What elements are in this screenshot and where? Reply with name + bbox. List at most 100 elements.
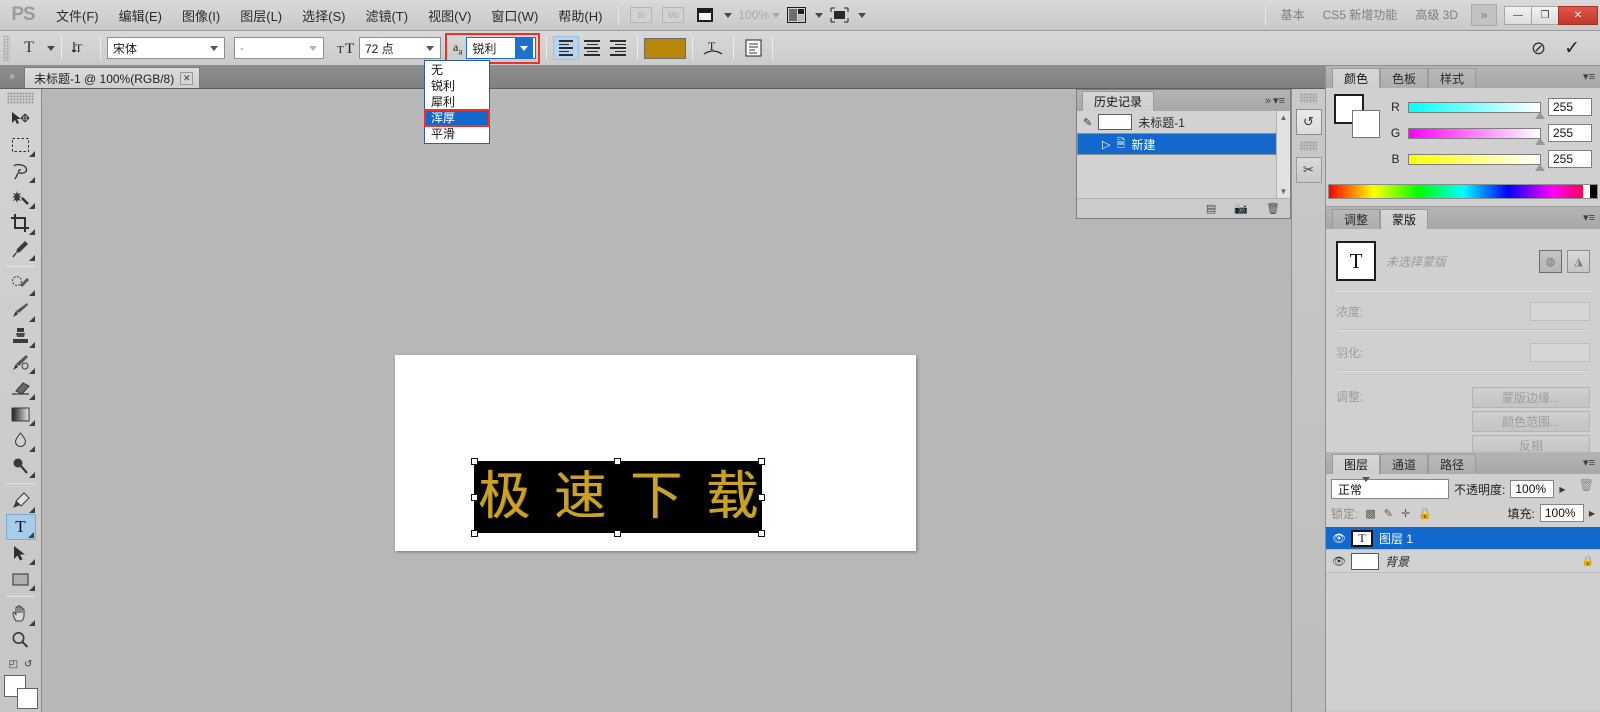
horizontal-type-tool[interactable]: T <box>5 514 36 540</box>
options-bar-grip[interactable] <box>3 35 10 61</box>
antialias-select[interactable]: 锐利 <box>466 37 537 59</box>
new-document-from-state-icon[interactable]: ▤ <box>1206 202 1216 215</box>
screen-mode-icon[interactable] <box>826 5 852 25</box>
healing-flyout-triangle-icon[interactable] <box>28 290 35 296</box>
spectrum-white-black-chip[interactable] <box>1583 185 1597 198</box>
lasso-flyout-triangle-icon[interactable] <box>28 177 35 183</box>
align-right-button[interactable] <box>605 36 631 60</box>
layer-row-text[interactable]: 👁 T 图层 1 <box>1326 527 1600 550</box>
zoom-chevron-down-icon[interactable] <box>772 12 781 18</box>
eraser-tool[interactable] <box>6 375 36 401</box>
mask-feather-field[interactable] <box>1530 343 1590 362</box>
eyedropper-tool[interactable] <box>6 236 36 262</box>
history-scroll-down-icon[interactable]: ▼ <box>1280 187 1288 196</box>
lock-all-icon[interactable]: 🔒 <box>1418 507 1432 520</box>
channel-thumb-b[interactable] <box>1535 163 1545 171</box>
delete-mask-icon[interactable]: 🗑 <box>1579 478 1594 492</box>
dodge-tool[interactable] <box>6 453 36 479</box>
swap-colors-icon[interactable]: ↺ <box>24 659 32 670</box>
background-color-swatch[interactable] <box>16 688 38 709</box>
channel-slider-g[interactable] <box>1408 127 1545 145</box>
workspace-cs5-new[interactable]: CS5 新增功能 <box>1314 0 1407 31</box>
eraser-flyout-triangle-icon[interactable] <box>28 394 35 400</box>
color-spectrum-ramp[interactable] <box>1328 184 1598 199</box>
color-range-button[interactable]: 颜色范围... <box>1472 411 1590 432</box>
history-brush-flyout-triangle-icon[interactable] <box>28 368 35 374</box>
menu-view[interactable]: 视图(V) <box>418 2 481 29</box>
layer-row-background[interactable]: 👁 背景 🔒 <box>1326 550 1600 573</box>
brush-flyout-triangle-icon[interactable] <box>28 316 35 322</box>
toggle-text-orientation-icon[interactable]: T <box>68 36 94 60</box>
handle-bottom-right[interactable] <box>758 530 765 537</box>
font-size-select[interactable]: 72 点 <box>359 37 441 59</box>
gradient-tool[interactable] <box>6 401 36 427</box>
channel-value-r[interactable]: 255 <box>1548 98 1592 116</box>
tab-adjustments[interactable]: 调整 <box>1332 209 1381 229</box>
handle-top-right[interactable] <box>758 458 765 465</box>
dock-strip-grip[interactable] <box>1300 93 1317 103</box>
type-flyout-triangle-icon[interactable] <box>27 532 34 538</box>
dock-strip-grip-2[interactable] <box>1300 141 1317 151</box>
color-panel-menu-icon[interactable]: ▾≡ <box>1583 70 1595 83</box>
tab-color[interactable]: 颜色 <box>1332 68 1381 88</box>
spot-healing-brush-tool[interactable] <box>6 271 36 297</box>
channel-thumb-r[interactable] <box>1535 111 1545 119</box>
crop-flyout-triangle-icon[interactable] <box>28 229 35 235</box>
document-canvas[interactable]: 极 速 下 载 <box>395 355 916 551</box>
lock-position-icon[interactable]: ✛ <box>1401 507 1410 520</box>
blur-flyout-triangle-icon[interactable] <box>28 446 35 452</box>
history-panel-menu-icon[interactable]: ▾≡ <box>1273 94 1285 107</box>
history-brush-source-icon[interactable]: ✎ <box>1083 116 1092 129</box>
dodge-flyout-triangle-icon[interactable] <box>28 472 35 478</box>
toggle-character-panel-icon[interactable] <box>740 36 766 60</box>
color-background-swatch[interactable] <box>1352 110 1380 138</box>
shape-flyout-triangle-icon[interactable] <box>28 585 35 591</box>
lasso-tool[interactable] <box>6 158 36 184</box>
minimize-button[interactable]: — <box>1504 5 1532 25</box>
font-family-chevron-down-icon[interactable] <box>205 38 222 58</box>
antialias-option-smooth[interactable]: 平滑 <box>425 126 489 142</box>
move-tool[interactable] <box>6 106 36 132</box>
menu-layer[interactable]: 图层(L) <box>230 2 292 29</box>
workspace-advanced-3d[interactable]: 高级 3D <box>1406 0 1467 31</box>
document-tab[interactable]: 未标题-1 @ 100%(RGB/8) ✕ <box>24 67 201 88</box>
toolbox-collapse-icon[interactable]: » <box>0 65 24 88</box>
eyedropper-flyout-triangle-icon[interactable] <box>28 255 35 261</box>
tab-history[interactable]: 历史记录 <box>1082 91 1155 111</box>
rectangle-tool[interactable] <box>6 566 36 592</box>
mini-bridge-icon[interactable]: Mb <box>660 5 686 25</box>
clone-flyout-triangle-icon[interactable] <box>28 342 35 348</box>
hand-tool[interactable] <box>6 601 36 627</box>
channel-slider-b[interactable] <box>1408 153 1545 171</box>
cancel-edits-icon[interactable]: ⊘ <box>1531 38 1546 59</box>
font-style-chevron-down-icon[interactable] <box>304 38 321 58</box>
screen-mode-chevron-down-icon[interactable] <box>858 12 867 18</box>
quick-selection-tool[interactable] <box>6 184 36 210</box>
tab-channels[interactable]: 通道 <box>1380 454 1429 474</box>
tool-preset-chevron-down-icon[interactable] <box>47 45 55 51</box>
pen-flyout-triangle-icon[interactable] <box>28 507 35 513</box>
path-selection-tool[interactable] <box>6 540 36 566</box>
handle-middle-left[interactable] <box>471 494 478 501</box>
menu-window[interactable]: 窗口(W) <box>481 2 548 29</box>
align-center-button[interactable] <box>579 36 605 60</box>
background-visibility-icon[interactable]: 👁 <box>1332 555 1346 568</box>
path-selection-flyout-triangle-icon[interactable] <box>28 559 35 565</box>
marquee-flyout-triangle-icon[interactable] <box>28 151 35 157</box>
crop-tool[interactable] <box>6 210 36 236</box>
close-button[interactable]: ✕ <box>1558 5 1598 25</box>
history-entry-expand-icon[interactable]: ▷ <box>1102 138 1110 151</box>
handle-top-left[interactable] <box>471 458 478 465</box>
tab-swatches[interactable]: 色板 <box>1380 68 1429 88</box>
mask-density-field[interactable] <box>1530 302 1590 321</box>
font-family-select[interactable]: 宋体 <box>107 37 225 59</box>
clone-stamp-tool[interactable] <box>6 323 36 349</box>
brush-tool[interactable] <box>6 297 36 323</box>
handle-bottom-left[interactable] <box>471 530 478 537</box>
hand-flyout-triangle-icon[interactable] <box>28 620 35 626</box>
default-colors-icon[interactable]: ◰ <box>9 659 18 670</box>
history-dock-icon[interactable]: ↺ <box>1295 109 1322 135</box>
blur-tool[interactable] <box>6 427 36 453</box>
bridge-icon[interactable]: Br <box>628 5 654 25</box>
tab-styles[interactable]: 样式 <box>1428 68 1477 88</box>
